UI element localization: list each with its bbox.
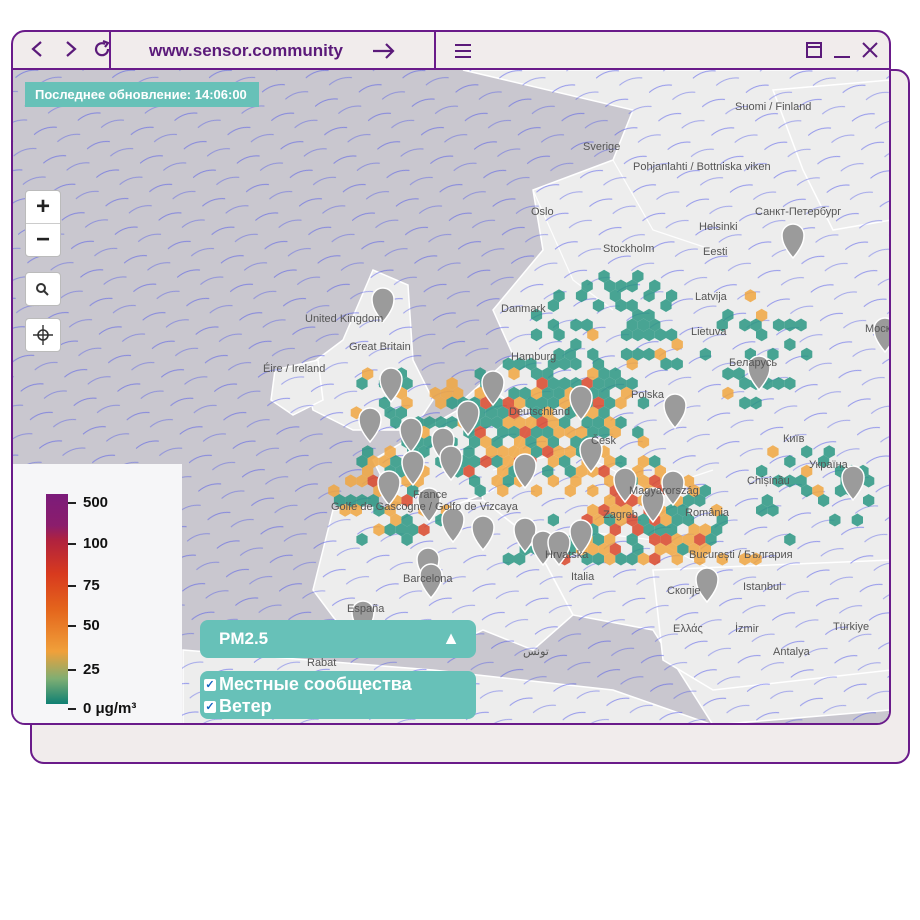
place-label: United Kingdom — [305, 313, 383, 325]
place-label: Mocк — [865, 323, 891, 335]
last-update-badge: Последнее обновление: 14:06:00 — [25, 82, 259, 107]
place-label: Türkiye — [833, 621, 869, 633]
legend-tick — [68, 708, 76, 710]
place-label: Беларусь — [729, 357, 777, 369]
browser-window: www.sensor.community Suomi / Finland Sve… — [11, 30, 891, 725]
place-label: Rabat — [307, 657, 336, 669]
search-button[interactable] — [25, 272, 61, 306]
place-label: Eesti — [703, 246, 727, 258]
url-bar[interactable]: www.sensor.community — [149, 41, 343, 61]
place-label: Україна — [809, 459, 849, 471]
layer-toggles: ✓ Местные сообщества ✓ Ветер — [200, 671, 476, 719]
checkbox-checked-icon[interactable]: ✓ — [204, 678, 216, 691]
restore-window-icon[interactable] — [805, 40, 823, 60]
place-label: Helsinki — [699, 221, 738, 233]
place-label: Antalya — [773, 646, 811, 658]
legend-label: 50 — [83, 617, 100, 634]
browser-toolbar: www.sensor.community — [13, 32, 889, 70]
hamburger-menu-icon[interactable] — [453, 40, 473, 62]
chevron-up-icon[interactable]: ▲ — [442, 628, 460, 649]
legend-label: 100 — [83, 535, 109, 552]
place-label: España — [347, 603, 385, 615]
place-label: Istanbul — [743, 581, 782, 593]
place-label: București / България — [689, 549, 793, 561]
place-label: İzmir — [735, 622, 759, 635]
place-label: Great Britain — [349, 341, 411, 353]
place-label: Hrvatska — [545, 549, 589, 561]
color-legend: 500 100 75 50 25 0 μg/m³ — [13, 464, 182, 723]
place-label: Deutschland — [509, 406, 570, 418]
legend-tick — [68, 543, 76, 545]
place-label: Zagreb — [603, 509, 638, 521]
legend-tick — [68, 585, 76, 587]
close-window-icon[interactable] — [861, 40, 879, 60]
place-label: Oslo — [531, 206, 554, 218]
locate-button[interactable] — [25, 318, 61, 352]
place-label: Danmark — [501, 303, 546, 315]
place-label: Česk — [591, 434, 617, 447]
place-label: Hamburg — [511, 351, 556, 363]
place-label: Ελλάς — [673, 623, 703, 635]
forward-icon[interactable] — [59, 38, 81, 60]
place-label: Latvija — [695, 291, 728, 303]
place-label: Polska — [631, 389, 665, 401]
place-label: Sverige — [583, 141, 620, 153]
place-label: Скопје — [667, 585, 701, 597]
legend-label: 0 μg/m³ — [83, 700, 137, 717]
legend-tick — [68, 669, 76, 671]
place-label: تونس — [523, 646, 549, 658]
place-label: Київ — [783, 433, 805, 445]
layer-toggle-communities[interactable]: ✓ Местные сообщества — [204, 674, 412, 695]
legend-tick — [68, 502, 76, 504]
place-label: Italia — [571, 571, 595, 583]
place-label: Golfe de Gascogne / Golfo de Vizcaya — [331, 501, 519, 513]
legend-tick — [68, 625, 76, 627]
place-label: Stockholm — [603, 243, 654, 255]
place-label: Lietuva — [691, 326, 727, 338]
minimize-window-icon[interactable] — [833, 40, 851, 60]
legend-gradient — [46, 494, 68, 704]
search-icon — [36, 283, 49, 296]
place-label: France — [413, 489, 447, 501]
place-label: Éire / Ireland — [263, 362, 325, 375]
layer-toggle-wind[interactable]: ✓ Ветер — [204, 696, 272, 717]
pm-selector-label: PM2.5 — [219, 629, 269, 648]
layer-label: Местные сообщества — [219, 674, 412, 694]
back-icon[interactable] — [27, 38, 49, 60]
zoom-out-button[interactable]: − — [26, 223, 60, 256]
air-quality-map[interactable]: Suomi / Finland Sverige Pohjanlahti / Bott… — [13, 70, 891, 723]
arrow-right-icon[interactable] — [371, 40, 397, 62]
legend-label: 500 — [83, 494, 109, 511]
legend-label: 75 — [83, 577, 100, 594]
layer-label: Ветер — [219, 696, 272, 716]
place-label: Barcelona — [403, 573, 453, 585]
crosshair-icon — [33, 325, 53, 345]
place-label: Pohjanlahti / Bottniska viken — [633, 161, 771, 173]
pm-selector[interactable]: PM2.5 ▲ — [200, 620, 476, 658]
zoom-control: + − — [25, 190, 61, 257]
checkbox-checked-icon[interactable]: ✓ — [204, 700, 216, 713]
place-label: Magyarország — [629, 485, 699, 497]
place-label: Санкт-Петербург — [755, 206, 841, 218]
place-label: România — [685, 507, 730, 519]
legend-label: 25 — [83, 661, 100, 678]
place-label: Suomi / Finland — [735, 101, 811, 113]
place-label: Chișinău — [747, 475, 790, 487]
zoom-in-button[interactable]: + — [26, 191, 60, 223]
